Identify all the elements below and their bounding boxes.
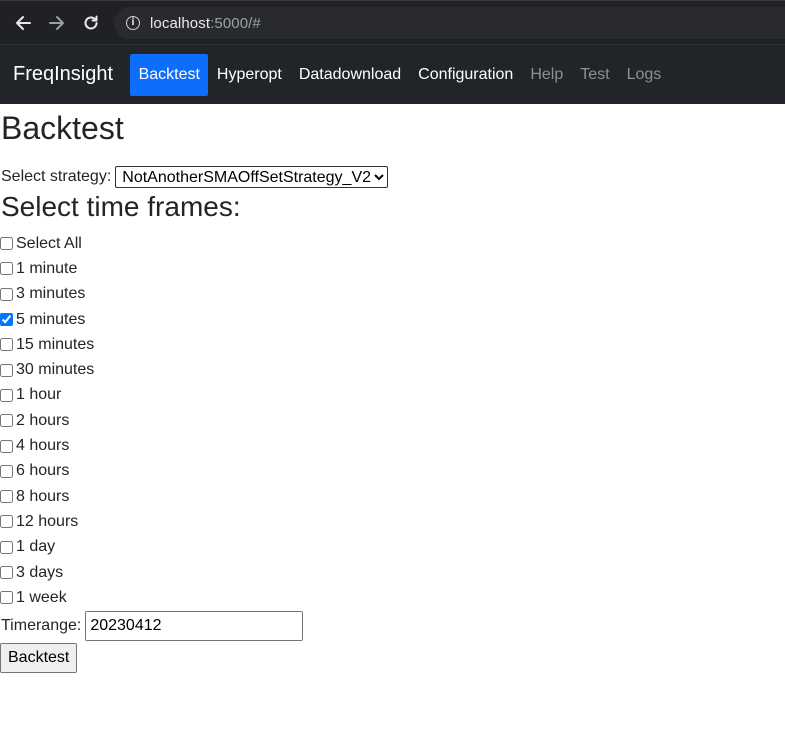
timeframe-label: 2 hours xyxy=(16,411,70,429)
app-navbar: FreqInsight Backtest Hyperopt Datadownlo… xyxy=(0,44,785,104)
timeframe-checkbox-3m[interactable] xyxy=(0,287,13,301)
timeframe-label: 5 minutes xyxy=(16,310,86,328)
timeframe-label: 4 hours xyxy=(16,437,70,455)
timerange-row: Timerange: xyxy=(0,611,785,642)
timeframe-checkbox-3d[interactable] xyxy=(0,566,13,579)
timeframe-label: 12 hours xyxy=(16,512,79,530)
timeframe-label: 1 week xyxy=(16,588,67,606)
url-path: :5000/# xyxy=(210,14,261,32)
nav-test[interactable]: Test xyxy=(572,54,618,96)
timeframe-item-3m: 3 minutes xyxy=(0,282,785,307)
nav-configuration[interactable]: Configuration xyxy=(410,54,522,96)
nav-hyperopt[interactable]: Hyperopt xyxy=(208,54,290,96)
timeframe-checkbox-6h[interactable] xyxy=(0,464,13,478)
timerange-label: Timerange: xyxy=(1,617,82,635)
select-all-checkbox[interactable] xyxy=(0,237,13,251)
timeframe-checkbox-12h[interactable] xyxy=(0,515,13,529)
timeframe-item-3d: 3 days xyxy=(0,560,785,585)
timeframe-item-8h: 8 hours xyxy=(0,484,785,509)
timeframes-list: Select All 1 minute 3 minutes 5 minutes … xyxy=(0,231,785,610)
site-info-icon[interactable]: i xyxy=(126,16,140,30)
timeframe-label: 30 minutes xyxy=(16,361,95,379)
timeframe-checkbox-15m[interactable] xyxy=(0,338,13,352)
timeframe-item-select-all: Select All xyxy=(0,231,785,256)
timeframe-item-30m: 30 minutes xyxy=(0,357,785,382)
timeframe-checkbox-1h[interactable] xyxy=(0,388,13,402)
timeframe-checkbox-1d[interactable] xyxy=(0,540,13,554)
back-arrow-icon[interactable] xyxy=(6,6,40,40)
url-text[interactable]: localhost:5000/# xyxy=(150,15,261,32)
timeframe-checkbox-5m[interactable] xyxy=(0,313,13,327)
browser-toolbar: i localhost:5000/# xyxy=(0,0,785,44)
timeframe-item-6h: 6 hours xyxy=(0,459,785,484)
timerange-input[interactable] xyxy=(85,611,304,642)
timeframe-item-4h: 4 hours xyxy=(0,433,785,458)
strategy-label: Select strategy: xyxy=(1,168,112,185)
timeframe-item-1h: 1 hour xyxy=(0,383,785,408)
strategy-select[interactable]: NotAnotherSMAOffSetStrategy_V2 xyxy=(115,166,389,188)
nav-logs[interactable]: Logs xyxy=(618,54,670,96)
timeframe-label: 15 minutes xyxy=(16,335,95,353)
timeframe-checkbox-8h[interactable] xyxy=(0,490,13,504)
timeframe-label: 8 hours xyxy=(16,487,70,505)
timeframe-label: Select All xyxy=(16,234,82,252)
forward-arrow-icon[interactable] xyxy=(40,6,74,40)
address-bar[interactable]: i localhost:5000/# xyxy=(114,7,785,39)
timeframe-item-2h: 2 hours xyxy=(0,408,785,433)
nav-datadownload[interactable]: Datadownload xyxy=(290,54,409,96)
timeframe-label: 3 days xyxy=(16,563,64,581)
timeframe-item-1w: 1 week xyxy=(0,585,785,610)
timeframe-label: 1 day xyxy=(16,538,56,556)
main-content: Backtest Select strategy: NotAnotherSMAO… xyxy=(0,108,785,674)
nav-backtest[interactable]: Backtest xyxy=(130,53,209,96)
timeframes-title: Select time frames: xyxy=(1,191,241,222)
timeframe-checkbox-1w[interactable] xyxy=(0,591,13,605)
timeframe-checkbox-1m[interactable] xyxy=(0,262,13,276)
strategy-row: Select strategy: NotAnotherSMAOffSetStra… xyxy=(0,165,785,189)
timeframe-label: 6 hours xyxy=(16,462,70,480)
timeframe-item-15m: 15 minutes xyxy=(0,332,785,357)
timeframe-label: 1 minute xyxy=(16,259,78,277)
timeframe-item-5m: 5 minutes xyxy=(0,307,785,332)
timeframe-label: 1 hour xyxy=(16,386,62,404)
backtest-button[interactable]: Backtest xyxy=(0,643,78,674)
timeframe-checkbox-30m[interactable] xyxy=(0,363,13,377)
timeframe-checkbox-4h[interactable] xyxy=(0,439,13,453)
timeframe-checkbox-2h[interactable] xyxy=(0,414,13,428)
nav-help[interactable]: Help xyxy=(522,54,572,96)
timeframe-label: 3 minutes xyxy=(16,285,86,303)
timeframe-item-12h: 12 hours xyxy=(0,509,785,534)
url-host: localhost xyxy=(150,14,211,32)
reload-icon[interactable] xyxy=(74,6,108,40)
page-title: Backtest xyxy=(1,110,124,146)
timeframe-item-1m: 1 minute xyxy=(0,256,785,281)
timeframe-item-1d: 1 day xyxy=(0,535,785,560)
brand-logo[interactable]: FreqInsight xyxy=(13,63,113,86)
nav-items: Backtest Hyperopt Datadownload Configura… xyxy=(130,53,670,96)
